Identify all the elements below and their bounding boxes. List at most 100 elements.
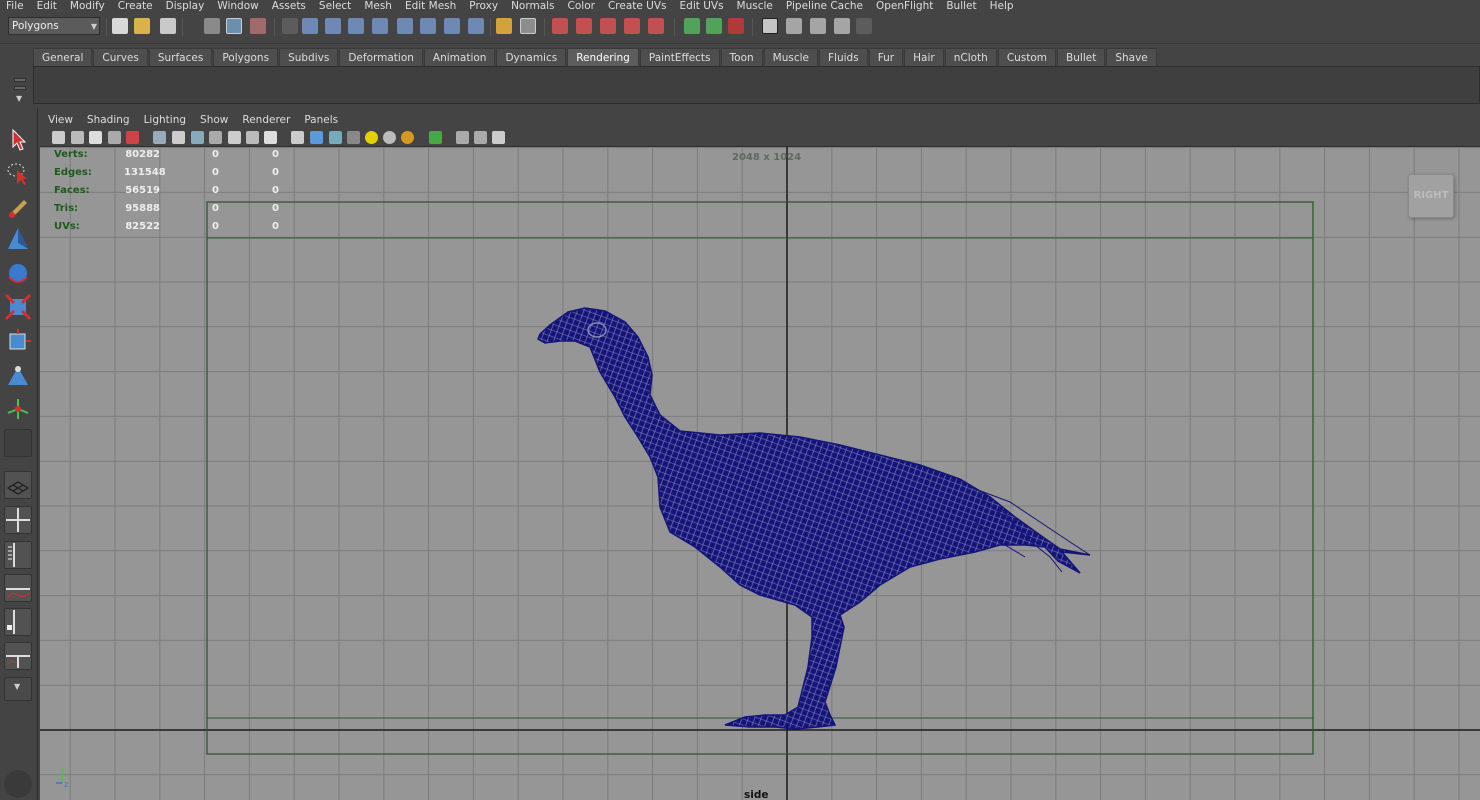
single-perspective-layout-icon[interactable] xyxy=(4,471,32,499)
use-all-lights-icon[interactable] xyxy=(365,131,378,144)
xray-joints-icon[interactable] xyxy=(474,131,487,144)
menu-color[interactable]: Color xyxy=(568,0,595,12)
snap-to-grid-icon[interactable] xyxy=(552,18,568,34)
input-operations-icon[interactable] xyxy=(684,18,700,34)
menu-edit[interactable]: Edit xyxy=(37,0,57,12)
menu-bullet[interactable]: Bullet xyxy=(946,0,976,12)
show-manipulator-icon[interactable] xyxy=(4,395,32,423)
menu-modify[interactable]: Modify xyxy=(70,0,105,12)
four-view-layout-icon[interactable] xyxy=(4,506,32,534)
shelf-tab-toon[interactable]: Toon xyxy=(720,48,763,66)
select-misc-icon[interactable] xyxy=(468,18,484,34)
shadows-icon[interactable] xyxy=(383,131,396,144)
film-gate-icon[interactable] xyxy=(172,131,185,144)
help-line-icon[interactable] xyxy=(4,770,32,798)
xray-active-components-icon[interactable] xyxy=(492,131,505,144)
shelf-tab-muscle[interactable]: Muscle xyxy=(763,48,819,66)
move-tool-icon[interactable] xyxy=(4,225,32,253)
field-chart-icon[interactable] xyxy=(228,131,241,144)
render-settings-icon[interactable] xyxy=(834,18,850,34)
panel-menu-panels[interactable]: Panels xyxy=(304,114,338,126)
render-view-icon[interactable] xyxy=(762,18,778,34)
menu-muscle[interactable]: Muscle xyxy=(737,0,773,12)
select-deformations-icon[interactable] xyxy=(397,18,413,34)
snap-to-surface-icon[interactable] xyxy=(624,18,640,34)
shelf-tab-animation[interactable]: Animation xyxy=(423,48,496,66)
isolate-select-icon[interactable] xyxy=(429,131,442,144)
ipr-render-icon[interactable] xyxy=(810,18,826,34)
chicken-wireframe-mesh[interactable] xyxy=(40,147,1480,800)
shelf-tab-custom[interactable]: Custom xyxy=(997,48,1057,66)
menu-assets[interactable]: Assets xyxy=(272,0,306,12)
paint-select-tool-icon[interactable] xyxy=(4,193,32,221)
view-cube[interactable]: RIGHT xyxy=(1408,174,1454,218)
select-by-object-icon[interactable] xyxy=(226,18,242,34)
shelf-tab-polygons[interactable]: Polygons xyxy=(213,48,279,66)
select-joints-icon[interactable] xyxy=(325,18,341,34)
highlight-selection-icon[interactable] xyxy=(520,18,536,34)
snap-to-point-icon[interactable] xyxy=(600,18,616,34)
select-handles-icon[interactable] xyxy=(302,18,318,34)
safe-title-icon[interactable] xyxy=(264,131,277,144)
menu-edit-uvs[interactable]: Edit UVs xyxy=(680,0,724,12)
wireframe-shading-icon[interactable] xyxy=(291,131,304,144)
mask-dropdown-icon[interactable] xyxy=(282,18,298,34)
universal-manipulator-icon[interactable] xyxy=(4,327,32,355)
menu-edit-mesh[interactable]: Edit Mesh xyxy=(405,0,456,12)
menu-select[interactable]: Select xyxy=(319,0,351,12)
menu-window[interactable]: Window xyxy=(217,0,258,12)
soft-modification-icon[interactable] xyxy=(4,361,32,389)
shelf-tab-hair[interactable]: Hair xyxy=(904,48,944,66)
grid-toggle-icon[interactable] xyxy=(153,131,166,144)
lock-selection-icon[interactable] xyxy=(496,18,512,34)
two-d-pan-zoom-icon[interactable] xyxy=(126,131,139,144)
textured-icon[interactable] xyxy=(347,131,360,144)
select-by-hierarchy-icon[interactable] xyxy=(204,18,220,34)
xray-icon[interactable] xyxy=(456,131,469,144)
open-scene-icon[interactable] xyxy=(134,18,150,34)
output-operations-icon[interactable] xyxy=(706,18,722,34)
gate-mask-icon[interactable] xyxy=(209,131,222,144)
shelf-menu-handle[interactable]: ▼ xyxy=(10,70,30,104)
menu-mesh[interactable]: Mesh xyxy=(364,0,392,12)
menu-pipeline-cache[interactable]: Pipeline Cache xyxy=(786,0,863,12)
panel-menu-view[interactable]: View xyxy=(48,114,73,126)
safe-action-icon[interactable] xyxy=(246,131,259,144)
shelf-tab-subdivs[interactable]: Subdivs xyxy=(279,48,339,66)
menu-display[interactable]: Display xyxy=(166,0,205,12)
shelf-tab-rendering[interactable]: Rendering xyxy=(567,48,639,66)
shelf-tab-fur[interactable]: Fur xyxy=(868,48,904,66)
resolution-gate-icon[interactable] xyxy=(191,131,204,144)
menu-normals[interactable]: Normals xyxy=(511,0,554,12)
shelf-tab-surfaces[interactable]: Surfaces xyxy=(148,48,213,66)
select-camera-icon[interactable] xyxy=(52,131,65,144)
rotate-tool-icon[interactable] xyxy=(4,259,32,287)
new-scene-icon[interactable] xyxy=(112,18,128,34)
menu-proxy[interactable]: Proxy xyxy=(469,0,498,12)
shelf-tab-painteffects[interactable]: PaintEffects xyxy=(639,48,720,66)
lasso-tool-icon[interactable] xyxy=(4,159,32,187)
render-current-frame-icon[interactable] xyxy=(786,18,802,34)
persp-graph-layout-icon[interactable] xyxy=(4,574,32,602)
hypershade-persp-layout-icon[interactable] xyxy=(4,608,32,636)
select-tool-icon[interactable] xyxy=(4,125,32,153)
select-dynamics-icon[interactable] xyxy=(420,18,436,34)
layout-dropdown-icon[interactable]: ▼ xyxy=(4,677,32,701)
shelf-tab-shave[interactable]: Shave xyxy=(1106,48,1157,66)
persp-outliner-layout-icon[interactable] xyxy=(4,541,32,569)
wireframe-on-shaded-icon[interactable] xyxy=(329,131,342,144)
high-quality-lighting-icon[interactable] xyxy=(401,131,414,144)
menu-file[interactable]: File xyxy=(6,0,24,12)
select-rendering-icon[interactable] xyxy=(444,18,460,34)
construction-history-icon[interactable] xyxy=(728,18,744,34)
panel-menu-renderer[interactable]: Renderer xyxy=(242,114,290,126)
panel-menu-show[interactable]: Show xyxy=(200,114,228,126)
camera-attributes-icon[interactable] xyxy=(71,131,84,144)
shelf-tab-bullet[interactable]: Bullet xyxy=(1057,48,1106,66)
snap-to-curve-icon[interactable] xyxy=(576,18,592,34)
shelf-tab-dynamics[interactable]: Dynamics xyxy=(496,48,567,66)
smooth-shade-icon[interactable] xyxy=(310,131,323,144)
shelf-tab-curves[interactable]: Curves xyxy=(93,48,148,66)
last-tool-used-icon[interactable] xyxy=(4,429,32,457)
shelf-tab-fluids[interactable]: Fluids xyxy=(819,48,868,66)
